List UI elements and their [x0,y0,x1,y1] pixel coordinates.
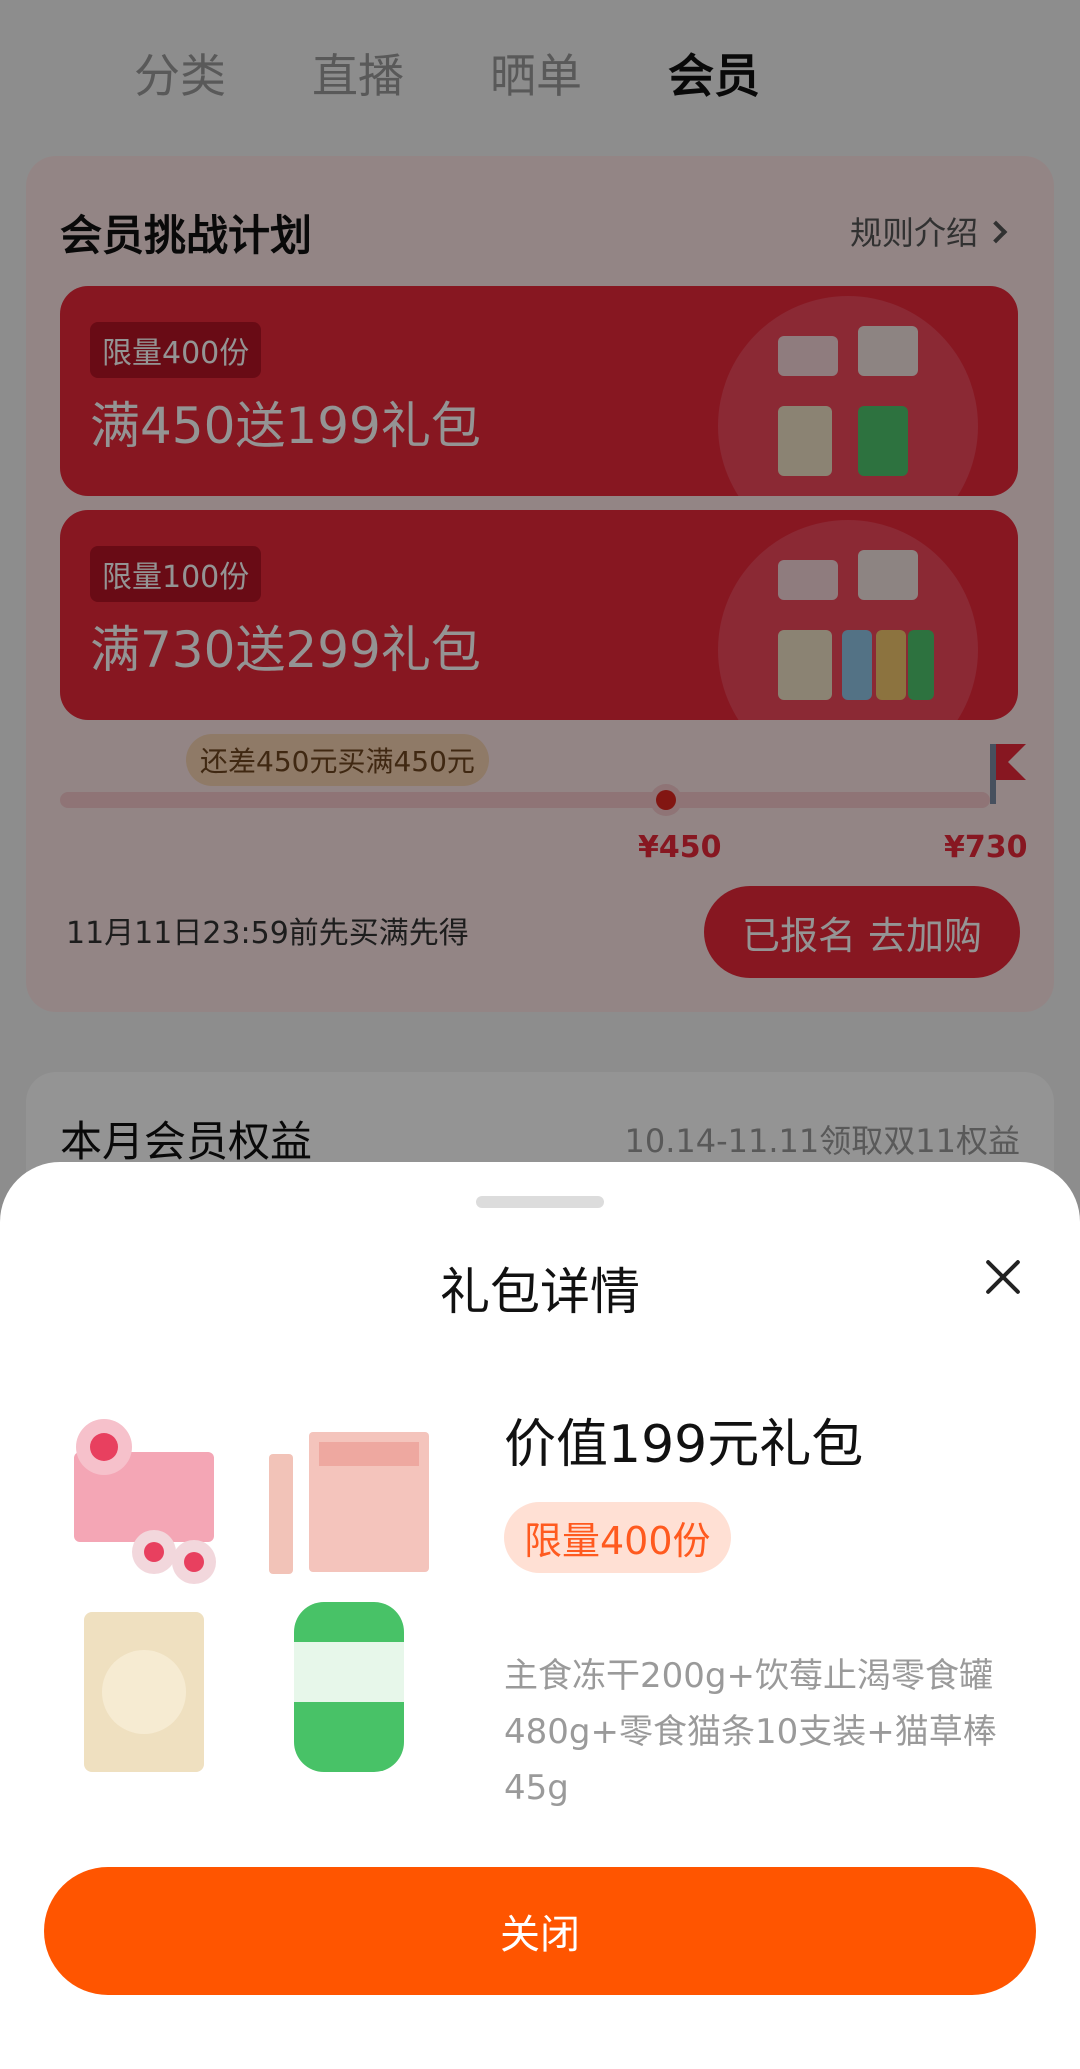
gift-detail-sheet: 礼包详情 价值199元礼包 限量400份 主食冻干200g+饮莓止渴零食罐480… [0,1162,1080,2069]
sheet-handle[interactable] [476,1196,604,1208]
gift-description: 主食冻干200g+饮莓止渴零食罐480g+零食猫条10支装+猫草棒45g [504,1656,997,1808]
gift-value-title: 价值199元礼包 [504,1415,864,1475]
product-image [74,1419,429,1772]
sheet-title: 礼包详情 [440,1263,640,1321]
close-button[interactable]: 关闭 [44,1867,1036,1995]
close-icon[interactable] [980,1254,1026,1300]
limit-badge: 限量400份 [504,1502,731,1573]
